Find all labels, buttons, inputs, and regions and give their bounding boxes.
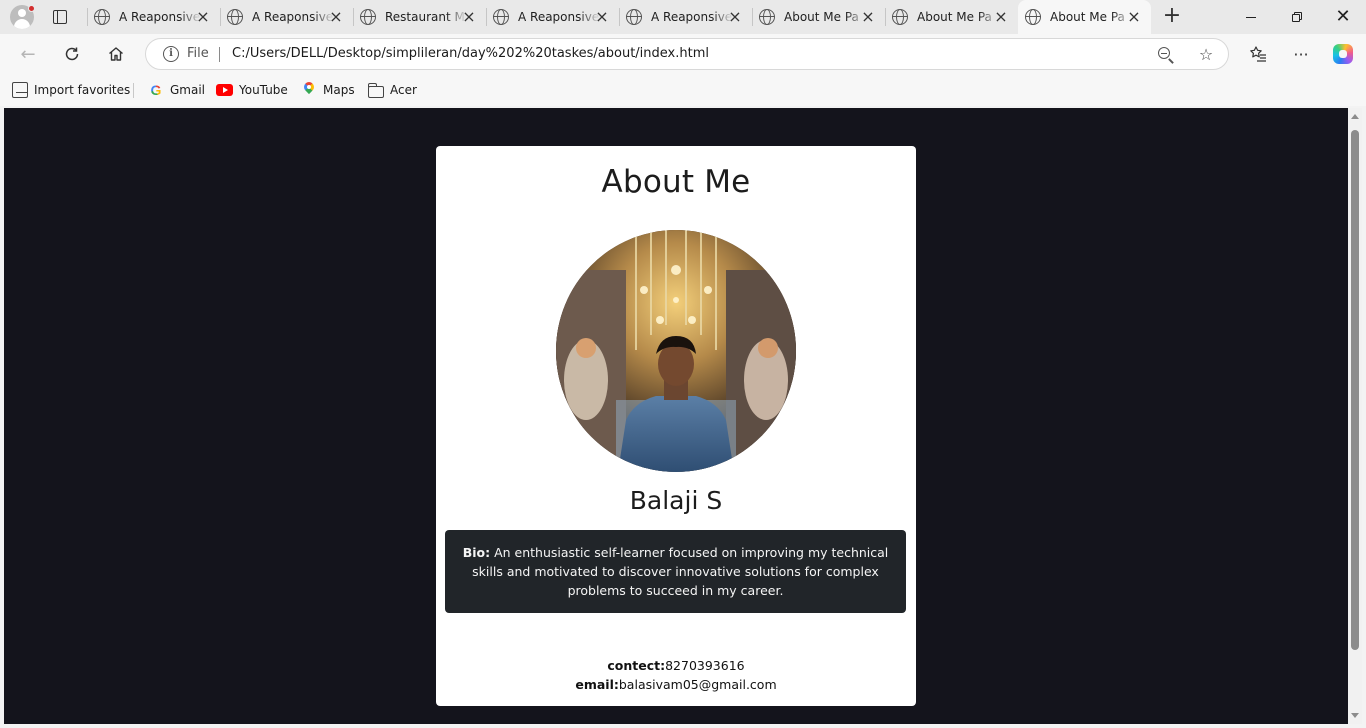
import-favorites-icon <box>12 82 28 98</box>
browser-tab[interactable]: A Reaponsive × <box>619 0 752 34</box>
tab-title: A Reaponsive <box>651 10 733 24</box>
close-tab-icon[interactable]: × <box>1127 9 1141 25</box>
globe-icon <box>360 9 376 25</box>
tab-title: About Me Pa <box>1050 10 1125 24</box>
more-options-icon[interactable]: ··· <box>1287 40 1315 68</box>
bio-box: Bio: An enthusiastic self-learner focuse… <box>445 530 906 613</box>
close-tab-icon[interactable]: × <box>728 9 742 25</box>
browser-tab[interactable]: Restaurant M × <box>353 0 486 34</box>
browser-toolbar: ← i File C:/Users/DELL/Desktop/simpliler… <box>0 34 1366 74</box>
close-tab-icon[interactable]: × <box>462 9 476 25</box>
browser-tab[interactable]: About Me Pa × <box>752 0 885 34</box>
globe-icon <box>1025 9 1041 25</box>
restore-icon <box>1292 12 1302 22</box>
favorite-gmail[interactable]: G Gmail <box>148 81 205 99</box>
refresh-icon[interactable] <box>58 40 86 68</box>
tab-title: A Reaponsive <box>252 10 334 24</box>
phone-number: 8270393616 <box>665 658 745 673</box>
globe-icon <box>626 9 642 25</box>
minimize-button[interactable] <box>1228 0 1274 34</box>
browser-tab[interactable]: A Reaponsive × <box>486 0 619 34</box>
bio-text: An enthusiastic self-learner focused on … <box>472 545 889 598</box>
youtube-icon <box>216 84 233 96</box>
contact-info: contect:8270393616 email:balasivam05@gma… <box>436 656 916 694</box>
browser-tab-active[interactable]: About Me Pa × <box>1018 0 1151 34</box>
notification-dot <box>28 5 35 12</box>
favorite-youtube[interactable]: YouTube <box>216 81 288 99</box>
back-arrow-icon[interactable]: ← <box>14 40 42 68</box>
vertical-scrollbar[interactable] <box>1348 108 1362 724</box>
favorites-list-icon[interactable] <box>1244 40 1272 68</box>
favorite-label: Maps <box>323 83 355 97</box>
restore-button[interactable] <box>1274 0 1320 34</box>
close-tab-icon[interactable]: × <box>329 9 343 25</box>
close-tab-icon[interactable]: × <box>994 9 1008 25</box>
globe-icon <box>493 9 509 25</box>
favorite-star-icon[interactable]: ☆ <box>1196 45 1216 65</box>
favorite-maps[interactable]: Maps <box>301 81 355 99</box>
url-text[interactable]: C:/Users/DELL/Desktop/simplileran/day%20… <box>232 46 709 61</box>
favorites-bar: Import favorites G Gmail YouTube Maps Ac… <box>0 74 1366 106</box>
browser-tab[interactable]: A Reaponsive × <box>220 0 353 34</box>
globe-icon <box>892 9 908 25</box>
tab-actions-icon[interactable] <box>48 7 72 27</box>
profile-photo <box>556 230 796 472</box>
favorite-acer-folder[interactable]: Acer <box>367 81 417 99</box>
scroll-up-arrow-icon[interactable] <box>1351 114 1359 119</box>
close-icon: ✕ <box>1335 6 1351 27</box>
tab-title: A Reaponsive <box>119 10 201 24</box>
close-tab-icon[interactable]: × <box>861 9 875 25</box>
close-window-button[interactable]: ✕ <box>1320 0 1366 34</box>
zoom-out-icon[interactable] <box>1156 45 1176 65</box>
folder-icon <box>367 82 384 98</box>
bio-label: Bio: <box>462 545 491 560</box>
scroll-down-arrow-icon[interactable] <box>1351 713 1359 718</box>
tab-title: A Reaponsive <box>518 10 600 24</box>
person-name: Balaji S <box>629 486 723 515</box>
page-viewport: About Me Balaji S Bio: An enthusiastic s… <box>4 108 1348 724</box>
tab-title: About Me Pa <box>917 10 992 24</box>
close-tab-icon[interactable]: × <box>595 9 609 25</box>
favorite-label: Gmail <box>170 83 206 97</box>
tab-title: About Me Pa <box>784 10 859 24</box>
phone-label: contect: <box>607 658 666 673</box>
copilot-icon[interactable] <box>1329 40 1357 68</box>
email-label: email: <box>575 677 619 692</box>
page-title: About Me <box>601 164 751 200</box>
new-tab-icon[interactable]: + <box>1160 5 1184 29</box>
home-icon[interactable] <box>102 40 130 68</box>
address-bar[interactable]: i File C:/Users/DELL/Desktop/simplileran… <box>145 38 1229 70</box>
browser-tab[interactable]: A Reaponsive × <box>87 0 220 34</box>
scheme-label: File <box>187 46 209 61</box>
favorite-label: YouTube <box>239 83 288 97</box>
tab-strip: A Reaponsive × A Reaponsive × Restaurant… <box>0 0 1366 34</box>
email-address: balasivam05@gmail.com <box>618 677 777 692</box>
email-line: email:balasivam05@gmail.com <box>436 675 916 694</box>
favorite-label: Acer <box>390 83 417 97</box>
globe-icon <box>759 9 775 25</box>
google-icon: G <box>148 82 164 98</box>
browser-tab[interactable]: About Me Pa × <box>885 0 1018 34</box>
minimize-icon <box>1246 16 1256 18</box>
maps-pin-icon <box>301 82 317 98</box>
favorite-import-favorites[interactable]: Import favorites <box>12 81 130 99</box>
close-tab-icon[interactable]: × <box>196 9 210 25</box>
globe-icon <box>227 9 243 25</box>
favorite-label: Import favorites <box>34 83 131 97</box>
site-info-icon[interactable]: i <box>163 46 179 62</box>
scroll-thumb[interactable] <box>1351 130 1359 650</box>
globe-icon <box>94 9 110 25</box>
phone-line: contect:8270393616 <box>436 656 916 675</box>
about-card: About Me Balaji S Bio: An enthusiastic s… <box>436 146 916 706</box>
tab-title: Restaurant M <box>385 10 465 24</box>
